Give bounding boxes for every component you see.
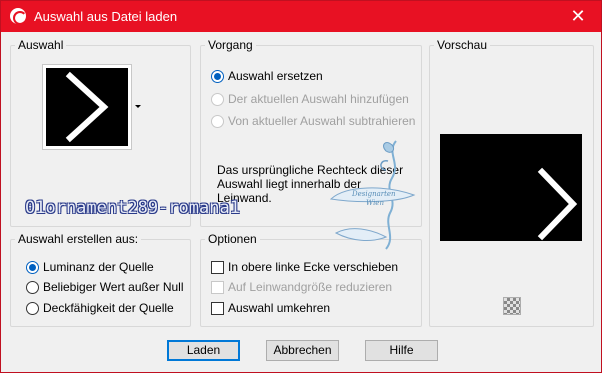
radio-button[interactable] [211,92,224,106]
radio-button[interactable] [211,69,224,83]
hilfe-button[interactable]: Hilfe [365,340,438,361]
thumbnail-dropdown-arrow-icon[interactable] [135,105,141,108]
checkbox-label: Auswahl umkehren [228,301,331,315]
radio-label: Auswahl ersetzen [228,69,323,83]
checkbox[interactable] [211,280,224,294]
radio-label: Der aktuellen Auswahl hinzufügen [228,92,409,106]
radio-label: Deckfähigkeit der Quelle [43,301,174,315]
checkbox-label: In obere linke Ecke verschieben [228,260,399,274]
watermark-text: 01ornament289-romana1 [25,198,240,218]
radio-auswahl-ersetzen[interactable]: Auswahl ersetzen [211,68,323,84]
optionen-group-label: Optionen [205,232,260,246]
checkbox-auswahl-umkehren[interactable]: Auswahl umkehren [211,300,330,316]
radio-button[interactable] [211,114,224,128]
stamp-text-line2: Wien [366,199,384,207]
transparency-toggle-button[interactable] [503,297,521,315]
checkbox[interactable] [211,301,224,315]
auswahl-group-label: Auswahl [15,38,67,52]
laden-button[interactable]: Laden [167,340,240,361]
checkbox-leinwandgroesse[interactable]: Auf Leinwandgröße reduzieren [211,279,392,295]
radio-label: Beliebiger Wert außer Null [43,280,184,294]
checkbox[interactable] [211,260,224,274]
erstellen-group-label: Auswahl erstellen aus: [15,232,142,246]
designer-stamp-logo: Designarten Wien [326,133,421,253]
radio-luminanz[interactable]: Luminanz der Quelle [26,259,154,275]
checkbox-label: Auf Leinwandgröße reduzieren [228,280,393,294]
close-button[interactable]: ✕ [555,1,601,32]
radio-beliebiger-wert[interactable]: Beliebiger Wert außer Null [26,279,184,295]
radio-button[interactable] [26,280,39,294]
preview-canvas [440,134,582,241]
chevron-right-icon [65,71,109,143]
radio-auswahl-hinzufuegen[interactable]: Der aktuellen Auswahl hinzufügen [211,91,409,107]
radio-button[interactable] [26,301,39,315]
abbrechen-button[interactable]: Abbrechen [266,340,339,361]
radio-label: Luminanz der Quelle [43,260,154,274]
vorgang-group-label: Vorgang [205,38,256,52]
selection-thumbnail[interactable] [43,65,131,149]
vorschau-group-label: Vorschau [434,38,491,52]
window-title: Auswahl aus Datei laden [34,9,178,24]
stamp-text-line1: Designarten [351,190,396,198]
title-bar[interactable]: Auswahl aus Datei laden ✕ [1,1,601,32]
dialog-window: Auswahl aus Datei laden ✕ Auswahl Vorgan… [0,0,602,373]
app-icon [10,8,27,25]
radio-deckfaehigkeit[interactable]: Deckfähigkeit der Quelle [26,300,174,316]
preview-chevron-icon [537,167,578,241]
checkbox-obere-linke-ecke[interactable]: In obere linke Ecke verschieben [211,259,398,275]
radio-button[interactable] [26,260,39,274]
radio-auswahl-subtrahieren[interactable]: Von aktueller Auswahl subtrahieren [211,113,415,129]
radio-label: Von aktueller Auswahl subtrahieren [228,114,416,128]
